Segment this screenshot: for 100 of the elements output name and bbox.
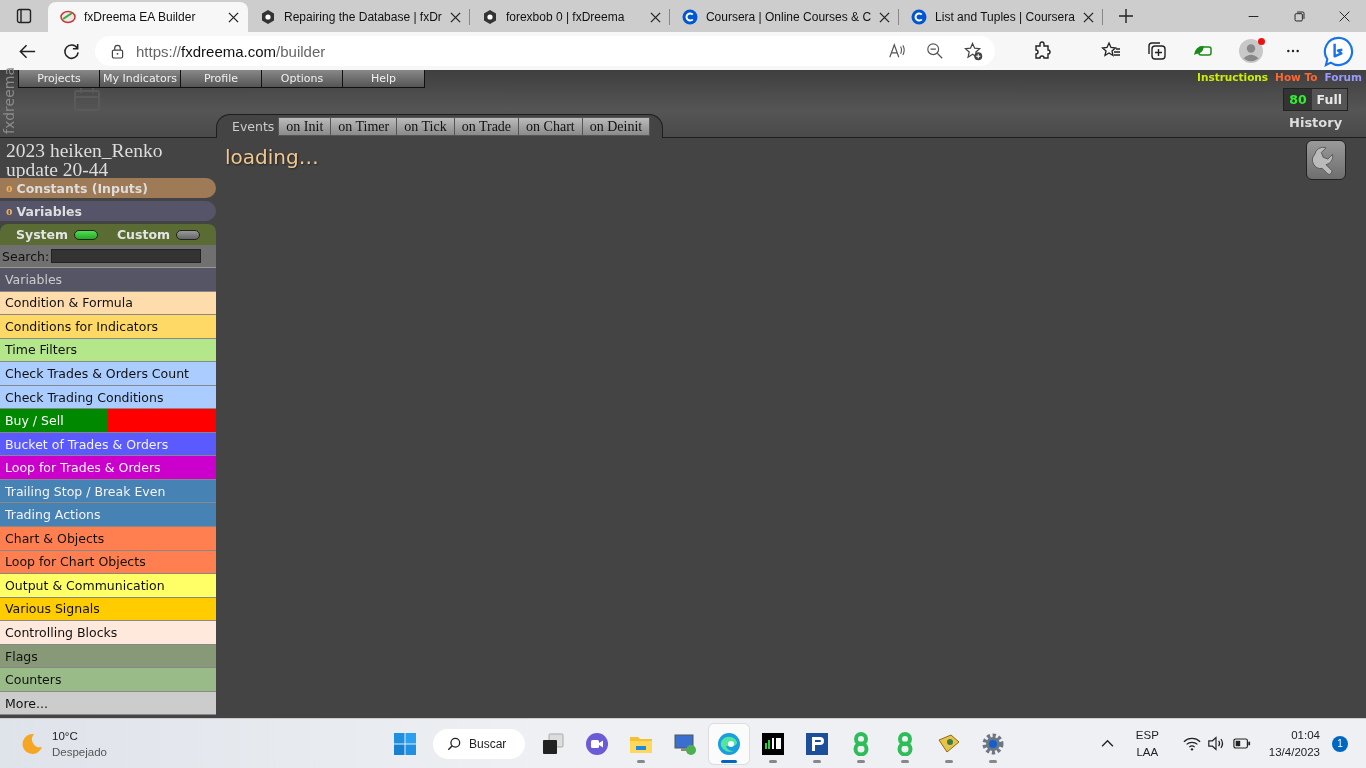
history-label: History [1289, 115, 1343, 130]
read-aloud-icon[interactable] [888, 42, 906, 60]
wifi-icon[interactable] [1182, 736, 1201, 751]
event-tab[interactable]: on Chart [519, 117, 583, 136]
category-item[interactable]: Output & Communication [0, 574, 216, 598]
events-label: Events [232, 119, 275, 134]
gear-icon [981, 731, 1005, 756]
category-item[interactable]: Trailing Stop / Break Even [0, 479, 216, 504]
toggle-label: System [16, 227, 69, 242]
category-item[interactable]: Condition & Formula [0, 291, 216, 316]
remote-desktop-icon [673, 731, 697, 756]
settings-button[interactable] [1306, 140, 1346, 180]
notification-dot [1258, 38, 1265, 45]
category-item[interactable]: Check Trades & Orders Count [0, 362, 216, 386]
search-icon [447, 736, 461, 751]
speaker-icon[interactable] [1206, 736, 1225, 751]
category-item[interactable]: Trading Actions [0, 503, 216, 527]
temperature-text: 10°C [52, 728, 79, 744]
category-item[interactable]: Loop for Trades & Orders [0, 456, 216, 480]
language-text[interactable]: ESP [1135, 726, 1159, 744]
section-header[interactable]: o Variables [0, 201, 216, 221]
address-bar[interactable]: https://fxdreema.com/builder [95, 36, 995, 66]
chart-bars-icon [761, 731, 785, 756]
menu-button[interactable]: Help [343, 70, 424, 87]
category-item[interactable]: Loop for Chart Objects [0, 550, 216, 575]
toggle-label: Custom [116, 227, 170, 242]
category-item[interactable]: Time Filters [0, 338, 216, 363]
c-logo-icon [681, 9, 698, 25]
clock-date[interactable]: 13/4/2023 [1268, 743, 1320, 761]
category-item[interactable]: Flags [0, 644, 216, 669]
new-tab-icon[interactable] [1117, 8, 1134, 24]
category-item[interactable]: Bucket of Trades & Orders [0, 432, 216, 457]
bullet-text: o [6, 203, 13, 219]
search-field[interactable] [51, 249, 202, 263]
search-label: Search: [2, 248, 50, 264]
menu-button[interactable]: My Indicators [100, 70, 181, 87]
weather-condition: Despejado [52, 744, 107, 760]
browser-tab[interactable]: List and Tuples | Coursera [899, 2, 1103, 32]
event-tab[interactable]: on Init [278, 117, 332, 136]
section-label: Variables [16, 203, 82, 219]
event-tab[interactable]: on Trade [454, 117, 520, 136]
avatar-icon[interactable] [1239, 39, 1263, 63]
category-item[interactable]: More... [0, 691, 216, 716]
browser-tab[interactable]: Coursera | Online Courses & C [669, 2, 900, 32]
logo-icon [60, 9, 76, 25]
category-item[interactable]: Conditions for Indicators [0, 315, 216, 339]
extensions-icon[interactable] [1033, 41, 1053, 61]
browser-tab[interactable]: Repairing the Database | fxDr [248, 2, 470, 32]
toggle-switch[interactable] [176, 229, 200, 240]
battery-icon[interactable] [1232, 738, 1251, 749]
close-icon[interactable] [879, 11, 891, 23]
clock-time[interactable]: 01:04 [1291, 726, 1320, 744]
browser-tab[interactable]: fxDreema EA Builder [48, 2, 248, 32]
close-icon[interactable] [649, 11, 661, 23]
search-button[interactable]: Buscar [433, 728, 525, 759]
loading-text: loading… [225, 145, 319, 169]
close-icon[interactable] [1337, 9, 1351, 23]
close-icon[interactable] [1082, 11, 1094, 23]
windows-icon [393, 731, 417, 756]
calendar-icon[interactable] [74, 87, 100, 111]
event-tab[interactable]: on Deinit [582, 117, 651, 136]
category-item[interactable]: Check Trading Conditions [0, 385, 216, 410]
collections-icon[interactable] [1147, 41, 1167, 61]
event-tab[interactable]: on Timer [331, 117, 398, 136]
favorite-add-icon[interactable] [964, 41, 983, 61]
history-counter[interactable]: 80 Full [1283, 88, 1348, 111]
chevron-up-icon[interactable] [1100, 739, 1114, 748]
c-logo-icon [911, 9, 928, 25]
category-item[interactable]: Controlling Blocks [0, 621, 216, 645]
more-icon[interactable] [1285, 49, 1301, 53]
restore-icon[interactable] [1292, 9, 1306, 23]
hexagon-icon [481, 9, 498, 25]
menu-button[interactable]: Projects [19, 70, 100, 87]
category-header[interactable]: Variables [0, 268, 216, 292]
category-item[interactable]: Various Signals [0, 597, 216, 622]
header-link[interactable]: Instructions [1197, 71, 1269, 88]
chat-bubble-icon[interactable] [1323, 35, 1354, 67]
bullet-text: o [6, 180, 13, 196]
browser-tab[interactable]: forexbob 0 | fxDreema [469, 2, 670, 32]
menu-button[interactable]: Options [262, 70, 343, 87]
header-link[interactable]: Forum [1324, 71, 1362, 88]
close-icon[interactable] [228, 11, 239, 23]
task-view-icon [541, 731, 565, 756]
tab-actions-icon[interactable] [16, 8, 32, 24]
zoom-out-icon[interactable] [926, 42, 944, 60]
layout-text[interactable]: LAA [1136, 743, 1159, 761]
p-logo-icon [805, 731, 829, 756]
event-tab[interactable]: on Tick [397, 117, 455, 136]
category-item[interactable]: Chart & Objects [0, 527, 216, 551]
hexagon-icon [260, 9, 276, 25]
section-label: Constants (Inputs) [16, 180, 148, 196]
notification-badge[interactable]: 1 [1332, 735, 1348, 752]
reload-icon[interactable] [62, 41, 81, 61]
category-item[interactable]: Buy / Sell [0, 409, 216, 433]
brand-text: fxdreema [0, 70, 18, 134]
close-icon[interactable] [449, 11, 461, 23]
category-item[interactable]: Counters [0, 668, 216, 692]
lock-icon [111, 43, 124, 59]
toggle-switch[interactable] [74, 229, 99, 240]
menu-button[interactable]: Profile [181, 70, 262, 87]
